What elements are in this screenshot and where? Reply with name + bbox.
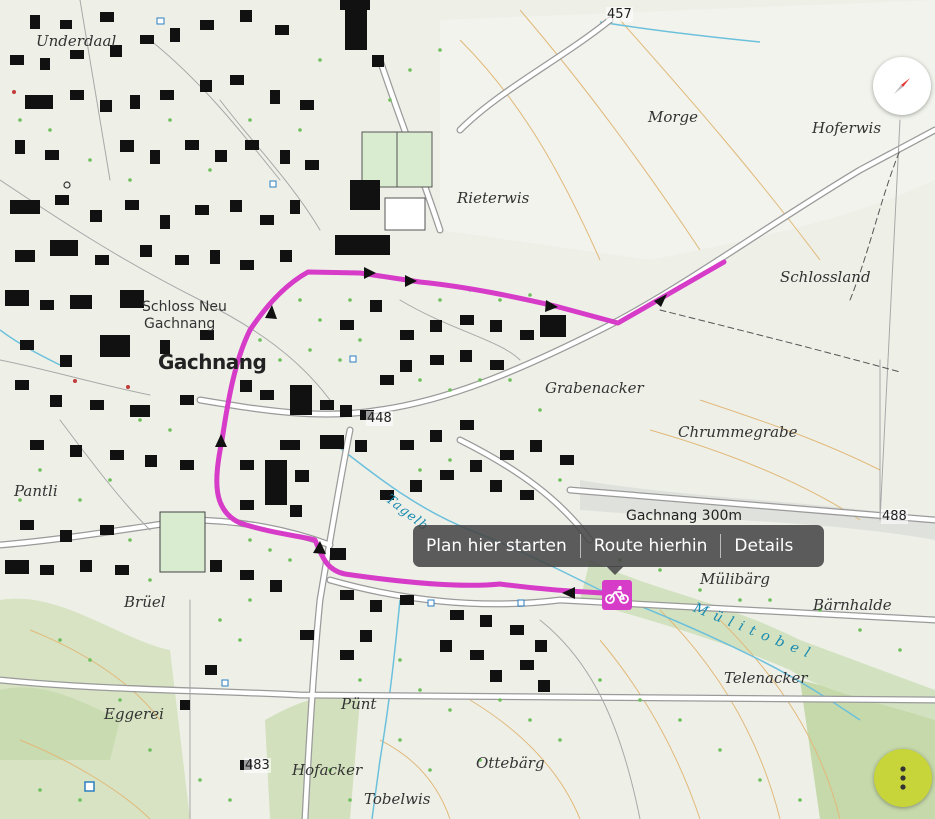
place-label-hofacker: Hofacker	[292, 761, 363, 779]
place-label-rieterwis: Rieterwis	[457, 189, 530, 207]
spot-height-483: 483	[244, 758, 271, 773]
place-label-muelibaerg: Mülibärg	[700, 570, 770, 588]
place-label-grabenacker: Grabenacker	[545, 379, 644, 397]
place-label-puent: Pünt	[341, 695, 377, 713]
plan-start-here-button[interactable]: Plan hier starten	[413, 536, 580, 556]
place-label-gachnang-300m: Gachnang 300m	[626, 508, 743, 524]
bicycle-icon	[605, 585, 629, 604]
route-start-marker[interactable]	[602, 580, 632, 610]
place-label-baernhalde: Bärnhalde	[813, 596, 892, 614]
compass-button[interactable]	[873, 57, 931, 115]
place-label-chrummegrabe: Chrummegrabe	[678, 423, 798, 441]
place-label-telenacker: Telenacker	[724, 669, 808, 687]
compass-icon	[894, 78, 910, 94]
place-label-gachnang: Gachnang	[158, 350, 267, 374]
place-label-morge: Morge	[648, 108, 699, 126]
place-label-tobelwis: Tobelwis	[364, 790, 431, 808]
place-label-ottebaerg: Ottebärg	[476, 754, 545, 772]
place-label-eggerei: Eggerei	[104, 705, 164, 723]
topographic-map[interactable]	[0, 0, 935, 819]
spot-height-488: 488	[881, 509, 908, 524]
place-label-pantli: Pantli	[14, 482, 58, 500]
details-button[interactable]: Details	[721, 536, 806, 556]
more-options-button[interactable]	[874, 749, 932, 807]
place-label-underdaal: Underdaal	[36, 32, 117, 50]
route-here-button[interactable]: Route hierhin	[581, 536, 721, 556]
place-label-schloss-line2: Gachnang	[144, 316, 216, 332]
map-context-popup: Plan hier starten Route hierhin Details	[413, 525, 824, 567]
more-vertical-icon	[900, 766, 906, 790]
place-label-schloss-neu-gachnang: Schloss Neu Gachnang	[142, 299, 227, 333]
popup-pointer	[606, 566, 624, 575]
spot-height-448: 448	[366, 411, 393, 426]
place-label-schloss-line1: Schloss Neu	[142, 299, 227, 315]
place-label-hoferwis: Hoferwis	[812, 119, 882, 137]
place-label-schlossland: Schlossland	[780, 268, 871, 286]
spot-height-457: 457	[606, 7, 633, 22]
place-label-brueel: Brüel	[124, 593, 166, 611]
